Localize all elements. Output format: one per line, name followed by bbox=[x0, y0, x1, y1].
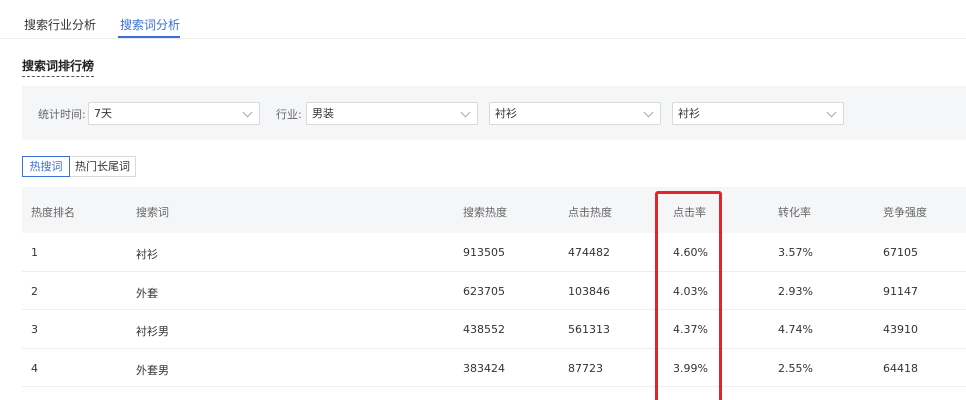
cell-competition: 43910 bbox=[883, 323, 918, 336]
industry-select[interactable]: 男装 bbox=[306, 102, 478, 125]
tab-keyword-analysis[interactable]: 搜索词分析 bbox=[120, 16, 180, 33]
cell-competition: 67105 bbox=[883, 246, 918, 259]
cell-rank: 1 bbox=[31, 246, 38, 259]
chevron-down-icon bbox=[242, 107, 253, 118]
industry-value: 男装 bbox=[312, 107, 334, 120]
chevron-down-icon bbox=[826, 107, 837, 118]
cell-click-heat: 87723 bbox=[568, 361, 603, 375]
cell-click-heat: 561313 bbox=[568, 323, 610, 336]
tab-industry-analysis[interactable]: 搜索行业分析 bbox=[24, 16, 96, 33]
cell-search-heat: 438552 bbox=[463, 323, 505, 336]
active-tab-indicator bbox=[118, 36, 180, 38]
category2-value: 衬衫 bbox=[678, 107, 700, 120]
category1-value: 衬衫 bbox=[495, 107, 517, 120]
chevron-down-icon bbox=[643, 107, 654, 118]
subtab-long-tail[interactable]: 热门长尾词 bbox=[69, 156, 136, 177]
analysis-tabs: 搜索行业分析 搜索词分析 bbox=[0, 0, 966, 39]
cell-keyword: 外套 bbox=[136, 286, 158, 300]
col-click-heat: 点击热度 bbox=[568, 206, 612, 219]
cell-search-heat: 383424 bbox=[463, 361, 505, 375]
category-select-2[interactable]: 衬衫 bbox=[672, 102, 844, 125]
cell-keyword: 衬衫 bbox=[136, 248, 158, 261]
col-conversion: 转化率 bbox=[778, 206, 811, 219]
cell-click-heat: 474482 bbox=[568, 246, 610, 259]
period-select[interactable]: 7天 bbox=[88, 102, 260, 125]
cell-rank: 3 bbox=[31, 323, 38, 336]
cell-search-heat: 623705 bbox=[463, 284, 505, 298]
table-row[interactable]: 4 外套男 383424 87723 3.99% 2.55% 64418 bbox=[22, 349, 966, 387]
category-select-1[interactable]: 衬衫 bbox=[489, 102, 661, 125]
cell-conversion: 4.74% bbox=[778, 323, 813, 336]
period-label: 统计时间: bbox=[38, 108, 86, 121]
cell-rank: 2 bbox=[31, 284, 38, 298]
industry-label: 行业: bbox=[276, 108, 302, 121]
cell-ctr: 4.60% bbox=[673, 246, 708, 259]
subtab-hot-search[interactable]: 热搜词 bbox=[22, 156, 70, 177]
table-row[interactable]: 2 外套 623705 103846 4.03% 2.93% 91147 bbox=[22, 272, 966, 310]
col-competition: 竞争强度 bbox=[883, 206, 927, 219]
cell-conversion: 3.57% bbox=[778, 246, 813, 259]
cell-competition: 91147 bbox=[883, 284, 918, 298]
cell-ctr: 3.99% bbox=[673, 361, 708, 375]
table-header: 热度排名 搜索词 搜索热度 点击热度 点击率 转化率 竞争强度 bbox=[22, 187, 966, 233]
cell-keyword: 衬衫男 bbox=[136, 325, 169, 338]
cell-competition: 64418 bbox=[883, 361, 918, 375]
cell-conversion: 2.55% bbox=[778, 361, 813, 375]
cell-ctr: 4.03% bbox=[673, 284, 708, 298]
section-title: 搜索词排行榜 bbox=[22, 57, 95, 77]
filter-bar: 统计时间: 7天 行业: 男装 衬衫 衬衫 bbox=[22, 86, 966, 140]
col-search-heat: 搜索热度 bbox=[463, 206, 507, 219]
col-rank: 热度排名 bbox=[31, 206, 75, 219]
period-value: 7天 bbox=[94, 107, 112, 120]
cell-rank: 4 bbox=[31, 361, 38, 375]
table-row[interactable]: 1 衬衫 913505 474482 4.60% 3.57% 67105 bbox=[22, 233, 966, 272]
cell-click-heat: 103846 bbox=[568, 284, 610, 298]
cell-ctr: 4.37% bbox=[673, 323, 708, 336]
keyword-ranking-table: 热度排名 搜索词 搜索热度 点击热度 点击率 转化率 竞争强度 1 衬衫 913… bbox=[22, 187, 966, 387]
cell-keyword: 外套男 bbox=[136, 363, 169, 377]
cell-search-heat: 913505 bbox=[463, 246, 505, 259]
col-keyword: 搜索词 bbox=[136, 206, 169, 219]
col-ctr: 点击率 bbox=[673, 206, 706, 219]
chevron-down-icon bbox=[460, 107, 471, 118]
cell-conversion: 2.93% bbox=[778, 284, 813, 298]
table-row[interactable]: 3 衬衫男 438552 561313 4.37% 4.74% 43910 bbox=[22, 310, 966, 349]
